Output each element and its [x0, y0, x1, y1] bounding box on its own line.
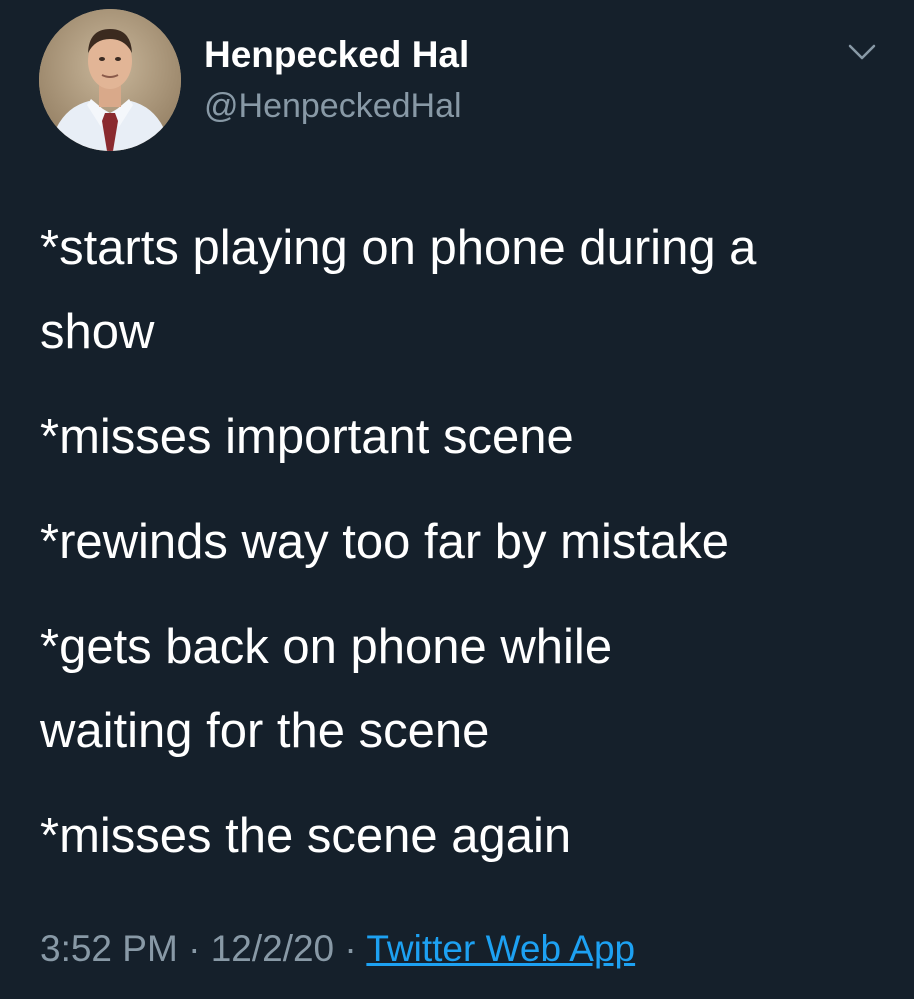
tweet-metadata: 3:52 PM · 12/2/20 · Twitter Web App: [40, 925, 635, 973]
tweet-menu-button[interactable]: [840, 30, 884, 74]
chevron-down-icon: [848, 44, 876, 60]
tweet-card: Henpecked Hal @HenpeckedHal *starts play…: [0, 0, 914, 999]
tweet-text-line: *rewinds way too far by mistake: [40, 515, 729, 569]
tweet-text-line: *gets back on phone while: [40, 620, 613, 674]
author-name[interactable]: Henpecked Hal: [204, 34, 469, 76]
tweet-text: *starts playing on phone during a show *…: [40, 206, 890, 878]
tweet-text-line: *misses the scene again: [40, 809, 572, 863]
meta-separator: ·: [188, 928, 201, 969]
tweet-text-line: *misses important scene: [40, 410, 574, 464]
user-avatar-photo-icon: [39, 9, 181, 151]
tweet-date[interactable]: 12/2/20: [211, 928, 334, 969]
avatar[interactable]: [39, 9, 181, 151]
tweet-text-line: show: [40, 305, 155, 359]
author-handle[interactable]: @HenpeckedHal: [204, 86, 462, 126]
tweet-text-line: waiting for the scene: [40, 704, 490, 758]
tweet-text-line: *starts playing on phone during a: [40, 221, 757, 275]
meta-separator: ·: [344, 928, 357, 969]
tweet-source-link[interactable]: Twitter Web App: [366, 928, 635, 969]
tweet-time[interactable]: 3:52 PM: [40, 928, 178, 969]
